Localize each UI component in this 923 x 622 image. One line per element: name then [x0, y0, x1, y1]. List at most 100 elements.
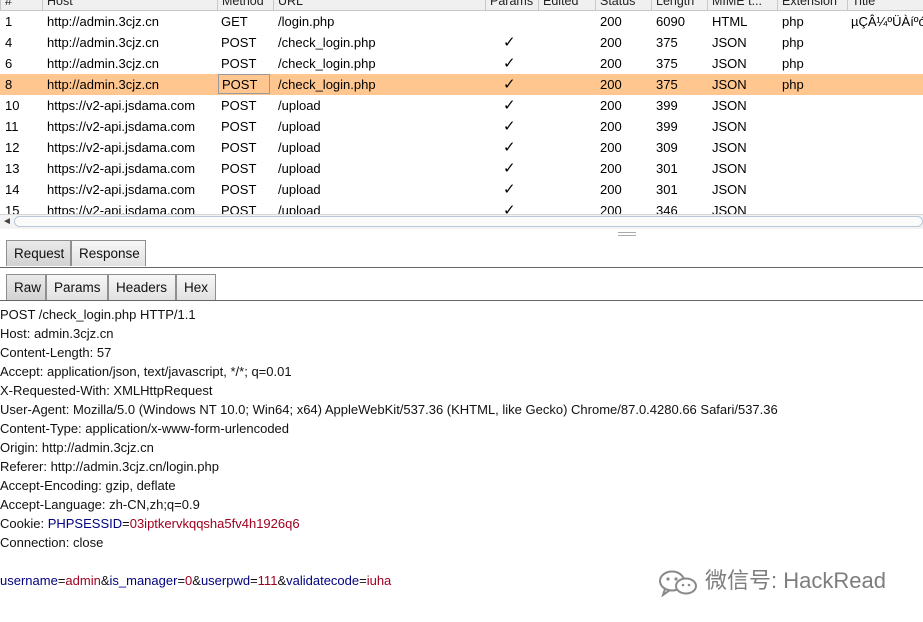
horizontal-scrollbar[interactable]: ◄	[0, 214, 923, 229]
wechat-icon	[659, 570, 697, 597]
cell-mime: HTML	[712, 14, 748, 29]
cell-title	[851, 158, 923, 179]
cell-title	[851, 95, 923, 116]
cell-ext: php	[782, 35, 804, 50]
cell-params: ✓	[503, 34, 516, 51]
cell-num: 15	[5, 203, 20, 214]
cell-mime: JSON	[712, 161, 747, 176]
cell-mime: JSON	[712, 140, 747, 155]
tab-raw[interactable]: Raw	[6, 274, 46, 300]
cell-status: 200	[600, 161, 622, 176]
tab-params[interactable]: Params	[46, 274, 108, 300]
column-header-url[interactable]: URL	[273, 0, 485, 10]
table-row[interactable]: 15 https://v2-api.jsdama.com POST/upload ✓ 2…	[0, 200, 923, 214]
cell-method: POST	[221, 161, 257, 176]
cell-ext: php	[782, 77, 804, 92]
param-equals: =	[177, 573, 186, 588]
cell-params: ✓	[503, 202, 516, 214]
cell-host: http://admin.3cjz.cn	[47, 35, 159, 50]
table-row[interactable]: 14 https://v2-api.jsdama.com POST/upload ✓ 2…	[0, 179, 923, 200]
cell-ext: php	[782, 14, 804, 29]
cell-length: 399	[656, 98, 678, 113]
cell-params: ✓	[503, 76, 516, 93]
table-row[interactable]: 1 http://admin.3cjz.cn GET/login.php 200 609…	[0, 11, 923, 32]
cell-status: 200	[600, 77, 622, 92]
cell-params: ✓	[503, 160, 516, 177]
cell-status: 200	[600, 35, 622, 50]
param-name: is_manager	[109, 573, 178, 588]
cell-num: 12	[5, 140, 20, 155]
table-row[interactable]: 8 http://admin.3cjz.cn POST/check_login.ph…	[0, 74, 923, 95]
cell-length: 399	[656, 119, 678, 134]
column-header-extension[interactable]: Extension	[777, 0, 847, 10]
cell-ext	[782, 158, 842, 179]
cell-url: /upload	[278, 182, 321, 197]
table-row[interactable]: 13 https://v2-api.jsdama.com POST/upload ✓ 2…	[0, 158, 923, 179]
param-equals: =	[359, 573, 367, 588]
cell-title	[851, 32, 923, 53]
cell-title	[851, 200, 923, 214]
cell-num: 1	[5, 14, 13, 29]
cell-status: 200	[600, 140, 622, 155]
column-header-title[interactable]: Title	[847, 0, 923, 10]
table-row[interactable]: 6 http://admin.3cjz.cn POST/check_login.ph…	[0, 53, 923, 74]
watermark-text: 微信号: HackRead	[705, 568, 886, 593]
cell-host: https://v2-api.jsdama.com	[47, 161, 196, 176]
cell-length: 6090	[656, 14, 685, 29]
cell-url: /login.php	[278, 14, 335, 29]
cell-params: ✓	[503, 118, 516, 135]
cell-url: /check_login.php	[278, 77, 376, 92]
cell-length: 375	[656, 77, 678, 92]
request-body: username=admin&is_manager=0&userpwd=111&…	[0, 571, 391, 590]
column-header-edited[interactable]: Edited	[538, 0, 595, 10]
cell-title	[851, 116, 923, 137]
cell-host: http://admin.3cjz.cn	[47, 56, 159, 71]
cell-mime: JSON	[712, 35, 747, 50]
cell-mime: JSON	[712, 119, 747, 134]
pane-splitter[interactable]	[0, 229, 923, 238]
cell-ext: php	[782, 56, 804, 71]
table-row[interactable]: 10 https://v2-api.jsdama.com POST/upload ✓ 2…	[0, 95, 923, 116]
cell-num: 10	[5, 98, 20, 113]
scroll-left-icon[interactable]: ◄	[2, 216, 12, 227]
table-row[interactable]: 4 http://admin.3cjz.cn POST/check_login.ph…	[0, 32, 923, 53]
cell-status: 200	[600, 203, 622, 214]
cell-method: POST	[221, 98, 257, 113]
cell-host: http://admin.3cjz.cn	[47, 77, 159, 92]
column-header-status[interactable]: Status	[595, 0, 651, 10]
tab-response[interactable]: Response	[71, 240, 146, 266]
splitter-grip-icon[interactable]	[618, 232, 636, 236]
tab-request[interactable]: Request	[6, 240, 71, 266]
cell-url: /check_login.php	[278, 35, 376, 50]
cell-mime: JSON	[712, 56, 747, 71]
column-header-length[interactable]: Length	[651, 0, 707, 10]
cell-method: POST	[221, 182, 257, 197]
scrollbar-thumb[interactable]	[14, 216, 923, 227]
column-header-mime[interactable]: MIME t...	[707, 0, 777, 10]
cell-params	[503, 11, 523, 32]
cell-title: µÇÂ¼ºÜÀíºó	[851, 14, 923, 29]
column-header-method[interactable]: Method	[217, 0, 273, 10]
cookie-header: Cookie: PHPSESSID=03iptkervkqqsha5fv4h19…	[0, 514, 300, 533]
cell-ext	[782, 116, 842, 137]
watermark: 微信号: HackRead	[655, 565, 915, 599]
param-name: validatecode	[286, 573, 360, 588]
cell-params: ✓	[503, 139, 516, 156]
param-value: 111	[257, 573, 278, 588]
cell-status: 200	[600, 56, 622, 71]
cookie-value: 03iptkervkqqsha5fv4h1926q6	[129, 516, 300, 531]
cell-length: 301	[656, 161, 678, 176]
column-header-params[interactable]: Params	[485, 0, 538, 10]
column-header-host[interactable]: Host	[42, 0, 217, 10]
cell-ext	[782, 137, 842, 158]
cell-method: POST	[221, 35, 257, 50]
column-header-num[interactable]: #	[0, 0, 42, 10]
history-table: # Host Method URL Params Edited Status L…	[0, 0, 923, 214]
tab-hex[interactable]: Hex	[176, 274, 216, 300]
tab-headers[interactable]: Headers	[108, 274, 176, 300]
table-row[interactable]: 12 https://v2-api.jsdama.com POST/upload ✓ 2…	[0, 137, 923, 158]
table-row[interactable]: 11 https://v2-api.jsdama.com POST/upload ✓ 2…	[0, 116, 923, 137]
cell-method: POST	[221, 140, 257, 155]
cell-params: ✓	[503, 97, 516, 114]
param-separator: &	[100, 573, 110, 588]
